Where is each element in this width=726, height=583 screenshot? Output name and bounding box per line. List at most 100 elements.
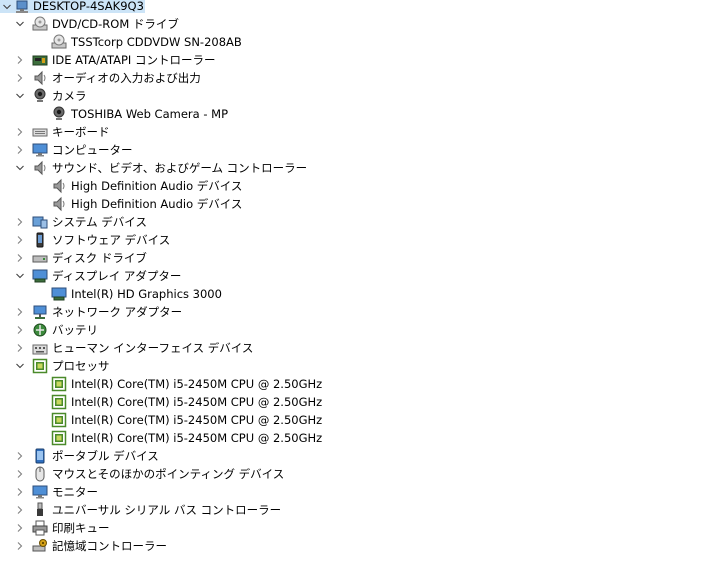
category-row[interactable]: キーボード: [0, 123, 726, 141]
device-row[interactable]: Intel(R) Core(TM) i5-2450M CPU @ 2.50GHz: [0, 411, 726, 429]
chevron-right-icon[interactable]: [14, 51, 26, 69]
device-label: High Definition Audio デバイス: [71, 197, 243, 211]
device-row[interactable]: Intel(R) Core(TM) i5-2450M CPU @ 2.50GHz: [0, 393, 726, 411]
category-row[interactable]: ディスク ドライブ: [0, 249, 726, 267]
category-row[interactable]: ソフトウェア デバイス: [0, 231, 726, 249]
processor-icon: [51, 412, 67, 428]
category-label: プロセッサ: [52, 359, 110, 373]
chevron-right-icon[interactable]: [14, 501, 26, 519]
category-row[interactable]: DVD/CD-ROM ドライブ: [0, 15, 726, 33]
dvd-drive-icon: [51, 34, 67, 50]
category-label: システム デバイス: [52, 215, 147, 229]
processor-icon: [32, 358, 48, 374]
system-device-icon: [32, 214, 48, 230]
category-label: コンピューター: [52, 143, 133, 157]
category-label: ポータブル デバイス: [52, 449, 159, 463]
monitor-icon: [32, 484, 48, 500]
device-label: Intel(R) Core(TM) i5-2450M CPU @ 2.50GHz: [71, 431, 323, 445]
hid-icon: [32, 340, 48, 356]
computer-icon: [14, 0, 30, 15]
chevron-right-icon[interactable]: [14, 123, 26, 141]
chevron-right-icon[interactable]: [14, 249, 26, 267]
category-row[interactable]: ディスプレイ アダプター: [0, 267, 726, 285]
chevron-right-icon[interactable]: [14, 465, 26, 483]
software-device-icon: [32, 232, 48, 248]
chevron-right-icon[interactable]: [14, 69, 26, 87]
chevron-down-icon[interactable]: [14, 87, 26, 105]
tree-root[interactable]: DESKTOP-4SAK9Q3: [0, 0, 726, 15]
category-label: 印刷キュー: [52, 521, 110, 535]
device-label: TSSTcorp CDDVDW SN-208AB: [71, 35, 242, 49]
device-label: Intel(R) Core(TM) i5-2450M CPU @ 2.50GHz: [71, 395, 323, 409]
chevron-down-icon[interactable]: [14, 159, 26, 177]
category-row[interactable]: バッテリ: [0, 321, 726, 339]
speaker-icon: [51, 178, 67, 194]
category-label: サウンド、ビデオ、およびゲーム コントローラー: [52, 161, 308, 175]
processor-icon: [51, 394, 67, 410]
device-label: Intel(R) Core(TM) i5-2450M CPU @ 2.50GHz: [71, 413, 323, 427]
category-label: ネットワーク アダプター: [52, 305, 183, 319]
chevron-right-icon[interactable]: [14, 231, 26, 249]
category-row[interactable]: システム デバイス: [0, 213, 726, 231]
device-label: TOSHIBA Web Camera - MP: [71, 107, 229, 121]
ide-controller-icon: [32, 52, 48, 68]
processor-icon: [51, 376, 67, 392]
category-row[interactable]: コンピューター: [0, 141, 726, 159]
device-row[interactable]: High Definition Audio デバイス: [0, 177, 726, 195]
display-adapter-icon: [32, 268, 48, 284]
category-row[interactable]: 記憶域コントローラー: [0, 537, 726, 555]
portable-device-icon: [32, 448, 48, 464]
chevron-right-icon[interactable]: [14, 303, 26, 321]
chevron-down-icon[interactable]: [14, 15, 26, 33]
device-row[interactable]: Intel(R) Core(TM) i5-2450M CPU @ 2.50GHz: [0, 429, 726, 447]
category-row[interactable]: モニター: [0, 483, 726, 501]
network-adapter-icon: [32, 304, 48, 320]
speaker-icon: [32, 70, 48, 86]
category-label: 記憶域コントローラー: [52, 539, 167, 553]
disk-drive-icon: [32, 250, 48, 266]
category-row[interactable]: サウンド、ビデオ、およびゲーム コントローラー: [0, 159, 726, 177]
category-row[interactable]: 印刷キュー: [0, 519, 726, 537]
category-label: マウスとそのほかのポインティング デバイス: [52, 467, 285, 481]
category-row[interactable]: ネットワーク アダプター: [0, 303, 726, 321]
chevron-right-icon[interactable]: [14, 537, 26, 555]
speaker-icon: [51, 196, 67, 212]
device-label: Intel(R) Core(TM) i5-2450M CPU @ 2.50GHz: [71, 377, 323, 391]
device-row[interactable]: TOSHIBA Web Camera - MP: [0, 105, 726, 123]
category-label: モニター: [52, 485, 98, 499]
chevron-right-icon[interactable]: [14, 213, 26, 231]
category-row[interactable]: ヒューマン インターフェイス デバイス: [0, 339, 726, 357]
chevron-right-icon[interactable]: [14, 519, 26, 537]
processor-icon: [51, 430, 67, 446]
device-label: Intel(R) HD Graphics 3000: [71, 287, 222, 301]
device-row[interactable]: TSSTcorp CDDVDW SN-208AB: [0, 33, 726, 51]
display-adapter-icon: [51, 286, 67, 302]
category-row[interactable]: ポータブル デバイス: [0, 447, 726, 465]
category-row[interactable]: プロセッサ: [0, 357, 726, 375]
chevron-down-icon[interactable]: [14, 357, 26, 375]
category-row[interactable]: カメラ: [0, 87, 726, 105]
device-row[interactable]: Intel(R) Core(TM) i5-2450M CPU @ 2.50GHz: [0, 375, 726, 393]
category-label: IDE ATA/ATAPI コントローラー: [52, 53, 216, 67]
keyboard-icon: [32, 124, 48, 140]
battery-icon: [32, 322, 48, 338]
root-label: DESKTOP-4SAK9Q3: [33, 0, 144, 13]
chevron-right-icon[interactable]: [14, 321, 26, 339]
device-row[interactable]: High Definition Audio デバイス: [0, 195, 726, 213]
device-row[interactable]: Intel(R) HD Graphics 3000: [0, 285, 726, 303]
category-label: ユニバーサル シリアル バス コントローラー: [52, 503, 282, 517]
webcam-icon: [32, 88, 48, 104]
chevron-right-icon[interactable]: [14, 339, 26, 357]
category-row[interactable]: オーディオの入力および出力: [0, 69, 726, 87]
chevron-right-icon[interactable]: [14, 141, 26, 159]
chevron-down-icon[interactable]: [14, 267, 26, 285]
chevron-right-icon[interactable]: [14, 483, 26, 501]
device-tree: DESKTOP-4SAK9Q3 DVD/CD-ROM ドライブ TSSTcorp …: [0, 0, 726, 583]
category-row[interactable]: マウスとそのほかのポインティング デバイス: [0, 465, 726, 483]
category-label: カメラ: [52, 89, 87, 103]
category-row[interactable]: IDE ATA/ATAPI コントローラー: [0, 51, 726, 69]
chevron-right-icon[interactable]: [14, 447, 26, 465]
dvd-drive-icon: [32, 16, 48, 32]
speaker-icon: [32, 160, 48, 176]
category-row[interactable]: ユニバーサル シリアル バス コントローラー: [0, 501, 726, 519]
